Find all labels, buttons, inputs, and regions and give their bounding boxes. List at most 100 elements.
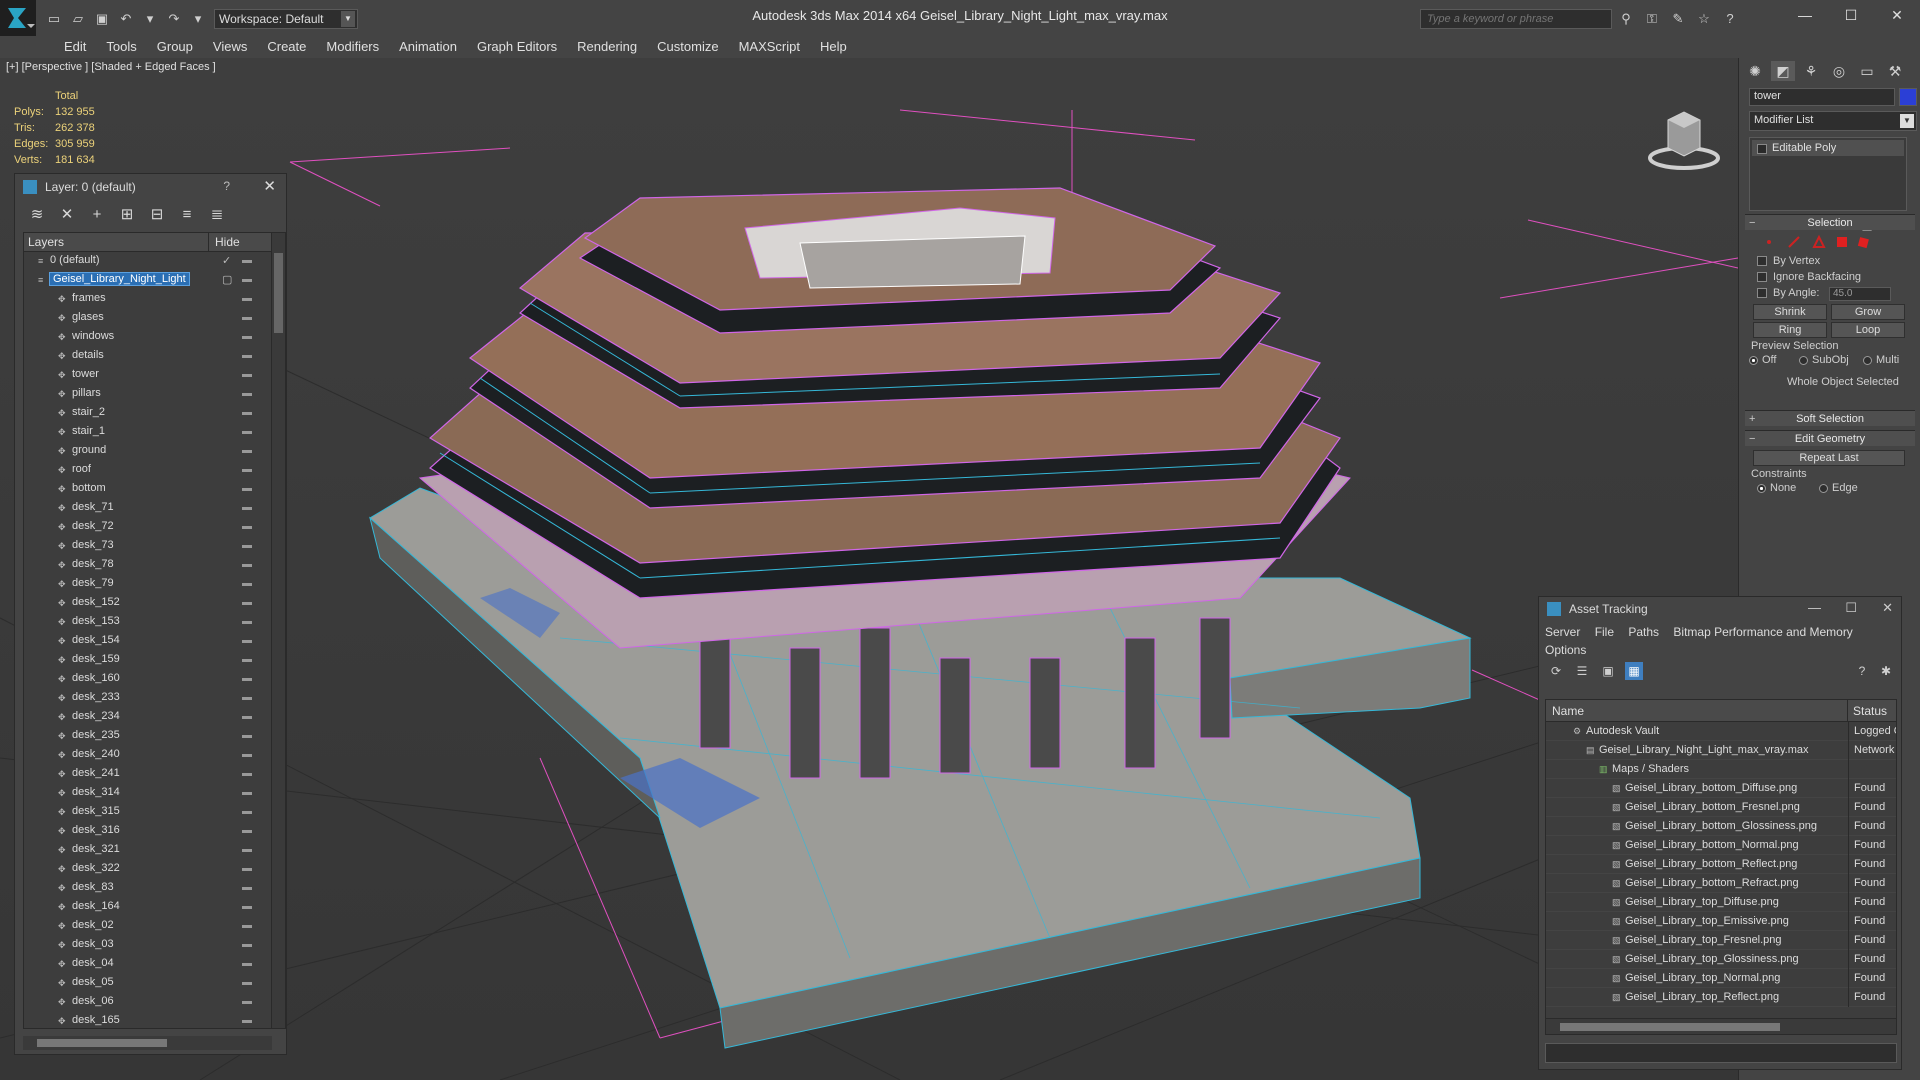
add-to-layer-icon[interactable]: ⊞ bbox=[117, 205, 137, 225]
menu-options[interactable]: Options bbox=[1545, 643, 1586, 657]
list-view-icon[interactable]: ☰ bbox=[1573, 662, 1591, 680]
object-row[interactable]: ✥ desk_316 ▬ bbox=[24, 822, 285, 841]
object-row[interactable]: ✥ desk_04 ▬ bbox=[24, 955, 285, 974]
asset-row[interactable]: ▧ Geisel_Library_top_Normal.png Found bbox=[1546, 969, 1896, 988]
hide-toggle-icon[interactable]: ▬ bbox=[242, 863, 256, 874]
favorites-star-icon[interactable]: ☆ bbox=[1694, 9, 1714, 29]
object-row[interactable]: ✥ desk_233 ▬ bbox=[24, 689, 285, 708]
close-icon[interactable]: ✕ bbox=[1882, 600, 1893, 616]
object-row[interactable]: ✥ desk_235 ▬ bbox=[24, 727, 285, 746]
thumbnail-view-icon[interactable]: ▣ bbox=[1599, 662, 1617, 680]
object-row[interactable]: ✥ desk_165 ▬ bbox=[24, 1012, 285, 1028]
object-name-field[interactable]: tower bbox=[1749, 88, 1895, 106]
object-row[interactable]: ✥ desk_152 ▬ bbox=[24, 594, 285, 613]
hide-all-icon[interactable]: ≣ bbox=[207, 205, 227, 225]
hide-toggle-icon[interactable]: ▬ bbox=[242, 996, 256, 1007]
menu-file[interactable]: File bbox=[1595, 625, 1614, 639]
layers-icon[interactable]: ≋ bbox=[27, 205, 47, 225]
object-row[interactable]: ✥ desk_241 ▬ bbox=[24, 765, 285, 784]
highlight-layer-icon[interactable]: ≡ bbox=[177, 205, 197, 225]
constraint-edge-radio[interactable]: Edge bbox=[1819, 482, 1858, 494]
hide-toggle-icon[interactable]: ▬ bbox=[242, 692, 256, 703]
layer-row[interactable]: ≡ 0 (default) ✓ ▬ bbox=[24, 252, 285, 271]
hide-toggle-icon[interactable]: ▬ bbox=[242, 1015, 256, 1026]
object-row[interactable]: ✥ desk_83 ▬ bbox=[24, 879, 285, 898]
hide-toggle-icon[interactable]: ▬ bbox=[242, 350, 256, 361]
utilities-tab-icon[interactable]: ⚒ bbox=[1883, 61, 1907, 81]
close-icon[interactable]: ✕ bbox=[263, 177, 276, 195]
menu-graph-editors[interactable]: Graph Editors bbox=[467, 36, 567, 58]
viewport-label[interactable]: [+] [Perspective ] [Shaded + Edged Faces… bbox=[6, 61, 216, 73]
hierarchy-tab-icon[interactable]: ⚘ bbox=[1799, 61, 1823, 81]
loop-button[interactable]: Loop bbox=[1831, 322, 1905, 338]
hide-toggle-icon[interactable]: ▬ bbox=[242, 597, 256, 608]
object-row[interactable]: ✥ ground ▬ bbox=[24, 442, 285, 461]
preview-multi-radio[interactable]: Multi bbox=[1863, 354, 1899, 366]
asset-row[interactable]: ▧ Geisel_Library_bottom_Fresnel.png Found bbox=[1546, 798, 1896, 817]
grow-button[interactable]: Grow bbox=[1831, 304, 1905, 320]
asset-row[interactable]: ▧ Geisel_Library_bottom_Refract.png Found bbox=[1546, 874, 1896, 893]
object-row[interactable]: ✥ roof ▬ bbox=[24, 461, 285, 480]
hide-toggle-icon[interactable]: ▬ bbox=[242, 711, 256, 722]
maximize-button[interactable]: ☐ bbox=[1828, 0, 1874, 32]
hide-toggle-icon[interactable]: ▬ bbox=[242, 426, 256, 437]
create-tab-icon[interactable]: ✺ bbox=[1743, 61, 1767, 81]
object-row[interactable]: ✥ desk_322 ▬ bbox=[24, 860, 285, 879]
object-row[interactable]: ✥ details ▬ bbox=[24, 347, 285, 366]
table-view-icon[interactable]: ▦ bbox=[1625, 662, 1643, 680]
hide-toggle-icon[interactable]: ▬ bbox=[242, 616, 256, 627]
object-row[interactable]: ✥ desk_240 ▬ bbox=[24, 746, 285, 765]
menu-animation[interactable]: Animation bbox=[389, 36, 467, 58]
menu-help[interactable]: Help bbox=[810, 36, 857, 58]
hide-toggle-icon[interactable]: ▬ bbox=[242, 274, 256, 285]
redo-icon[interactable]: ↷ bbox=[164, 9, 184, 29]
undo-dropdown-icon[interactable]: ▾ bbox=[140, 9, 160, 29]
viewcube-icon[interactable] bbox=[1646, 90, 1722, 176]
hide-toggle-icon[interactable]: ▬ bbox=[242, 559, 256, 570]
add-layer-icon[interactable]: + bbox=[87, 205, 107, 225]
object-row[interactable]: ✥ desk_321 ▬ bbox=[24, 841, 285, 860]
preview-subobj-radio[interactable]: SubObj bbox=[1799, 354, 1849, 366]
horizontal-scrollbar[interactable] bbox=[23, 1036, 272, 1050]
highlight-icon[interactable]: ✱ bbox=[1877, 662, 1895, 680]
menu-server[interactable]: Server bbox=[1545, 625, 1580, 639]
asset-row[interactable]: ▧ Geisel_Library_bottom_Reflect.png Found bbox=[1546, 855, 1896, 874]
object-row[interactable]: ✥ desk_159 ▬ bbox=[24, 651, 285, 670]
object-row[interactable]: ✥ desk_234 ▬ bbox=[24, 708, 285, 727]
object-row[interactable]: ✥ glases ▬ bbox=[24, 309, 285, 328]
object-row[interactable]: ✥ tower ▬ bbox=[24, 366, 285, 385]
asset-row[interactable]: ▧ Geisel_Library_bottom_Diffuse.png Found bbox=[1546, 779, 1896, 798]
ignore-backfacing-checkbox[interactable]: Ignore Backfacing bbox=[1757, 271, 1861, 283]
asset-row[interactable]: ▧ Geisel_Library_top_Diffuse.png Found bbox=[1546, 893, 1896, 912]
object-row[interactable]: ✥ desk_06 ▬ bbox=[24, 993, 285, 1012]
redo-dropdown-icon[interactable]: ▾ bbox=[188, 9, 208, 29]
hide-toggle-icon[interactable]: ▬ bbox=[242, 920, 256, 931]
hide-toggle-icon[interactable]: ▬ bbox=[242, 464, 256, 475]
asset-row[interactable]: ▥ Maps / Shaders bbox=[1546, 760, 1896, 779]
asset-tracking-titlebar[interactable]: Asset Tracking — ☐ ✕ bbox=[1539, 597, 1901, 621]
help-button[interactable]: ? bbox=[223, 179, 230, 193]
hide-toggle-icon[interactable]: ▬ bbox=[242, 502, 256, 513]
object-row[interactable]: ✥ desk_164 ▬ bbox=[24, 898, 285, 917]
subscription-icon[interactable]: ⚿ bbox=[1642, 9, 1662, 29]
object-row[interactable]: ✥ desk_153 ▬ bbox=[24, 613, 285, 632]
object-row[interactable]: ✥ bottom ▬ bbox=[24, 480, 285, 499]
hide-toggle-icon[interactable]: ▬ bbox=[242, 749, 256, 760]
hide-toggle-icon[interactable]: ▬ bbox=[242, 939, 256, 950]
object-row[interactable]: ✥ desk_71 ▬ bbox=[24, 499, 285, 518]
object-row[interactable]: ✥ desk_315 ▬ bbox=[24, 803, 285, 822]
menu-rendering[interactable]: Rendering bbox=[567, 36, 647, 58]
close-button[interactable]: ✕ bbox=[1874, 0, 1920, 32]
workspace-dropdown[interactable]: Workspace: Default ▼ bbox=[214, 9, 358, 29]
communication-icon[interactable]: ✎ bbox=[1668, 9, 1688, 29]
hide-toggle-icon[interactable]: ▬ bbox=[242, 673, 256, 684]
object-row[interactable]: ✥ pillars ▬ bbox=[24, 385, 285, 404]
hide-toggle-icon[interactable]: ▬ bbox=[242, 844, 256, 855]
column-header-name[interactable]: Name bbox=[1546, 700, 1848, 721]
refresh-icon[interactable]: ⟳ bbox=[1547, 662, 1565, 680]
object-row[interactable]: ✥ desk_154 ▬ bbox=[24, 632, 285, 651]
menu-edit[interactable]: Edit bbox=[54, 36, 96, 58]
hide-toggle-icon[interactable]: ▬ bbox=[242, 768, 256, 779]
preview-off-radio[interactable]: Off bbox=[1749, 354, 1776, 366]
motion-tab-icon[interactable]: ◎ bbox=[1827, 61, 1851, 81]
